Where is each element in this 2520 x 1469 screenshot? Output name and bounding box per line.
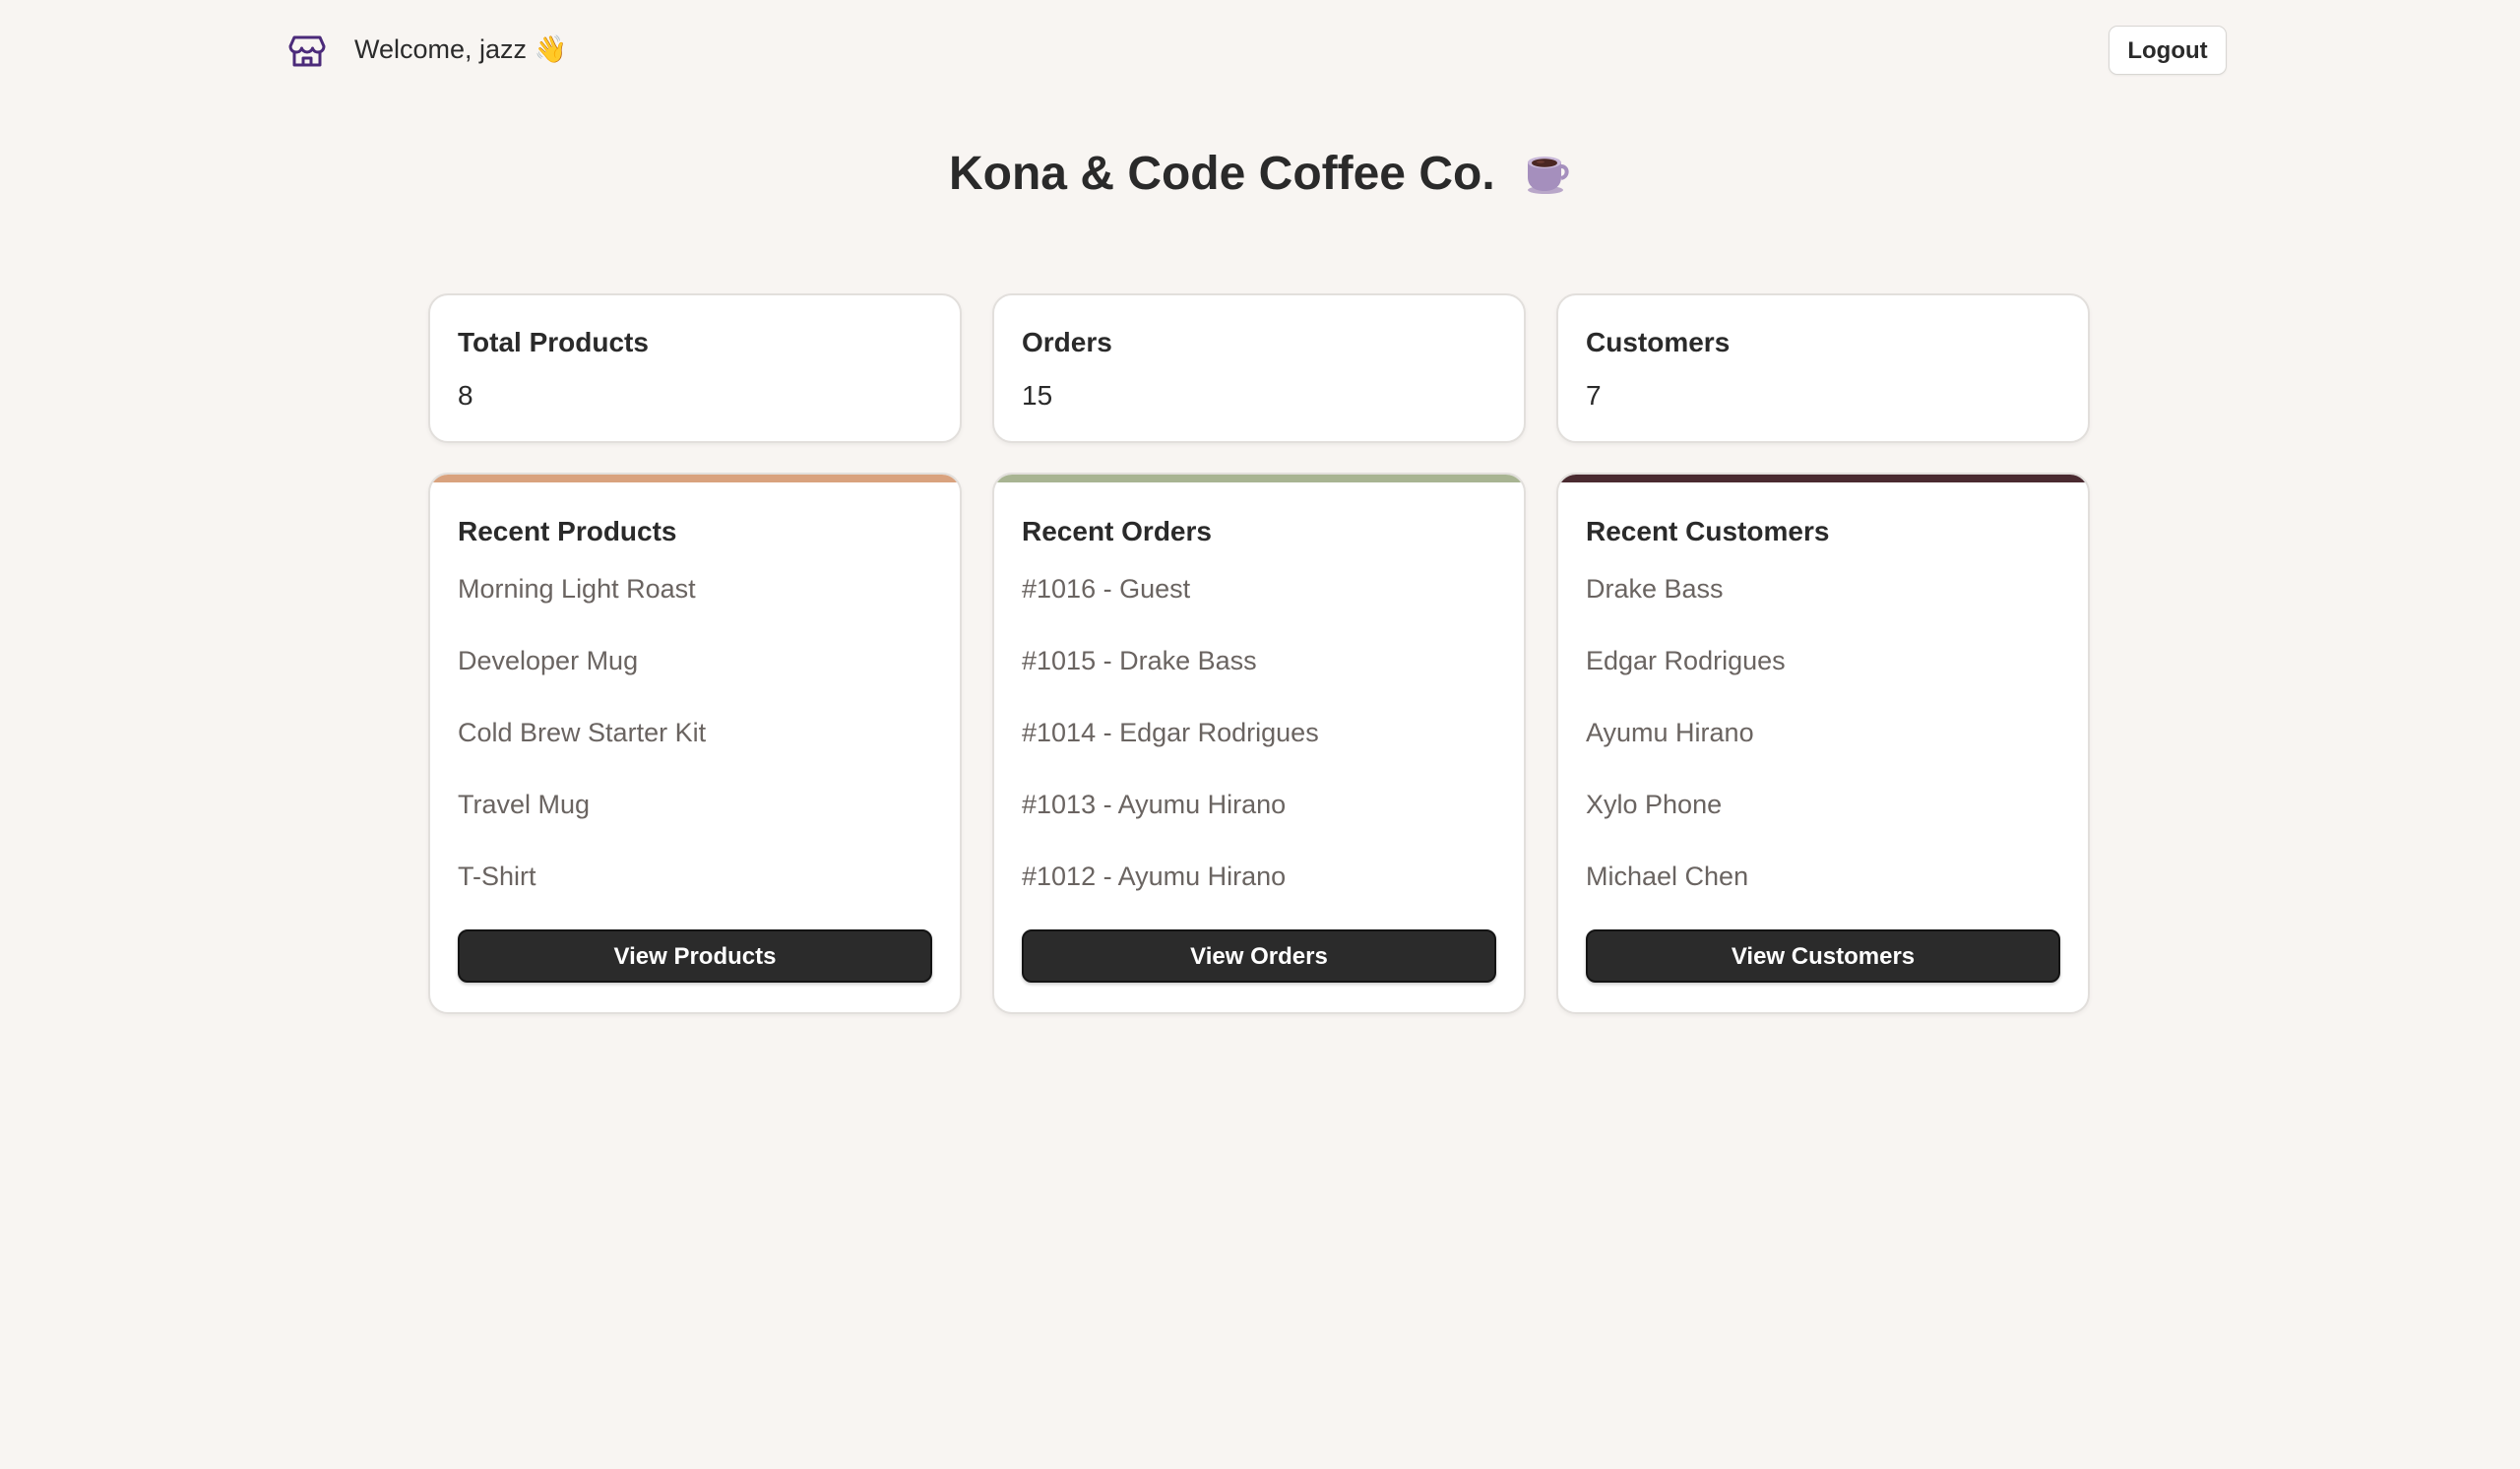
- card-accent-bar: [430, 475, 960, 482]
- card-title: Recent Products: [458, 516, 677, 546]
- logout-button[interactable]: Logout: [2109, 26, 2227, 75]
- card-accent-bar: [1558, 475, 2088, 482]
- recent-customers-list: Drake Bass Edgar Rodrigues Ayumu Hirano …: [1586, 571, 1786, 930]
- stat-label: Customers: [1586, 327, 1731, 357]
- list-item: #1016 - Guest: [1022, 574, 1191, 604]
- welcome-message: Welcome, jazz 👋: [354, 34, 568, 64]
- view-products-button[interactable]: View Products: [458, 929, 932, 983]
- recent-products-card: Recent Products Morning Light Roast Deve…: [428, 473, 962, 1014]
- list-item: Drake Bass: [1586, 574, 1724, 604]
- list-item: #1015 - Drake Bass: [1022, 646, 1257, 675]
- list-item: Edgar Rodrigues: [1586, 646, 1786, 675]
- stat-card-total-products: Total Products 8: [428, 293, 962, 443]
- stat-value: 7: [1586, 380, 1602, 411]
- list-item: Developer Mug: [458, 646, 639, 675]
- view-orders-button[interactable]: View Orders: [1022, 929, 1496, 983]
- list-item: Cold Brew Starter Kit: [458, 718, 707, 747]
- recent-products-list: Morning Light Roast Developer Mug Cold B…: [458, 571, 706, 930]
- list-item: #1014 - Edgar Rodrigues: [1022, 718, 1319, 747]
- stat-label: Total Products: [458, 327, 649, 357]
- top-bar: Welcome, jazz 👋 Logout: [0, 0, 2520, 100]
- card-accent-bar: [994, 475, 1524, 482]
- recent-orders-list: #1016 - Guest #1015 - Drake Bass #1014 -…: [1022, 571, 1319, 930]
- list-item: #1012 - Ayumu Hirano: [1022, 862, 1287, 891]
- list-item: Ayumu Hirano: [1586, 718, 1754, 747]
- stat-value: 8: [458, 380, 473, 411]
- list-item: Travel Mug: [458, 790, 591, 819]
- list-item: #1013 - Ayumu Hirano: [1022, 790, 1287, 819]
- list-item: T-Shirt: [458, 862, 536, 891]
- list-item: Morning Light Roast: [458, 574, 696, 604]
- page-title: Kona & Code Coffee Co.: [0, 140, 2520, 209]
- stat-value: 15: [1022, 380, 1053, 411]
- page-title-text: Kona & Code Coffee Co.: [948, 148, 1495, 200]
- card-title: Recent Orders: [1022, 516, 1212, 546]
- store-icon: [287, 33, 327, 69]
- view-customers-button[interactable]: View Customers: [1586, 929, 2060, 983]
- stat-card-customers: Customers 7: [1556, 293, 2090, 443]
- recent-orders-card: Recent Orders #1016 - Guest #1015 - Drak…: [992, 473, 1526, 1014]
- stat-label: Orders: [1022, 327, 1112, 357]
- stat-card-orders: Orders 15: [992, 293, 1526, 443]
- card-title: Recent Customers: [1586, 516, 1830, 546]
- coffee-cup-icon: [1522, 148, 1571, 197]
- list-item: Michael Chen: [1586, 862, 1749, 891]
- list-item: Xylo Phone: [1586, 790, 1723, 819]
- recent-customers-card: Recent Customers Drake Bass Edgar Rodrig…: [1556, 473, 2090, 1014]
